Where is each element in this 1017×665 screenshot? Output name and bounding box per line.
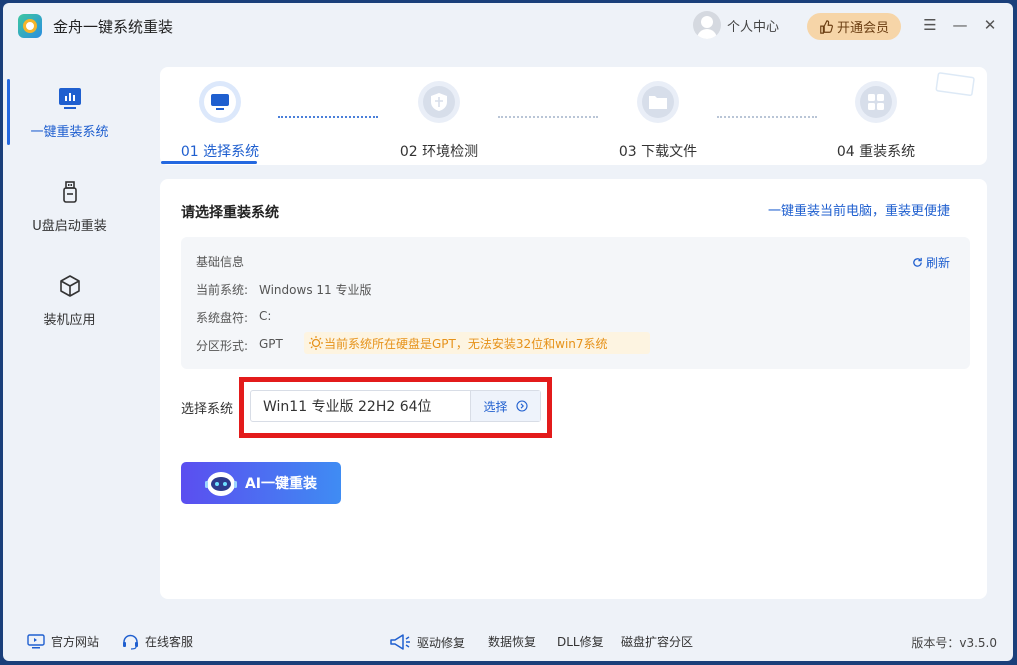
cube-icon (57, 273, 83, 299)
info-value: Windows 11 专业版 (259, 283, 372, 297)
sidebar-item-usb[interactable]: U盘启动重装 (3, 167, 136, 253)
selected-system-value: Win11 专业版 22H2 64位 (263, 399, 432, 415)
service-label: 在线客服 (145, 635, 194, 649)
menu-icon[interactable]: ☰ (918, 13, 942, 37)
step-label: 01 选择系统 (180, 144, 260, 160)
sidebar-item-apps[interactable]: 装机应用 (3, 261, 136, 347)
info-title: 基础信息 (196, 255, 245, 269)
thumb-up-icon (820, 19, 833, 34)
footer: 官方网站 在线客服 驱动修复 数据恢复 DLL修复 磁盘扩容分区 版本号：v3.… (3, 627, 1013, 657)
content-card: 请选择重装系统 一键重装当前电脑，重装更便捷 基础信息 刷新 当前系统: Win… (160, 179, 987, 599)
step-reinstall: 04 重装系统 (816, 81, 936, 161)
refresh-button[interactable]: 刷新 (912, 254, 950, 271)
step-select-system: 01 选择系统 (160, 81, 280, 161)
step-env-check: 02 环境检测 (379, 81, 499, 161)
section-title: 请选择重装系统 (181, 205, 279, 221)
title-bar: 金舟一键系统重装 个人中心 开通会员 ☰ — ✕ (3, 3, 1013, 49)
system-info-box: 基础信息 刷新 当前系统: Windows 11 专业版 系统盘符: C: 分区… (181, 237, 970, 369)
monitor-link-icon (27, 634, 45, 649)
sidebar-item-reinstall[interactable]: 一键重装系统 (3, 73, 136, 159)
vip-label: 开通会员 (836, 21, 889, 36)
app-logo-icon (18, 14, 42, 38)
ai-reinstall-button[interactable]: AI一键重装 (181, 462, 341, 504)
step-connector (498, 116, 598, 118)
steps-card: 01 选择系统 02 环境检测 03 下载文件 04 重装系统 (160, 67, 987, 165)
grid-icon (860, 86, 892, 118)
info-row-partition: 分区形式: GPT (196, 337, 283, 354)
gpt-warning: 当前系统所在硬盘是GPT，无法安装32位和win7系统 (304, 332, 650, 354)
version-label: 版本号：v3.5.0 (911, 636, 997, 650)
quick-reinstall-link[interactable]: 一键重装当前电脑，重装更便捷 (768, 200, 950, 219)
driver-repair-link[interactable]: 驱动修复 (389, 633, 465, 651)
step-connector (717, 116, 817, 118)
minimize-icon[interactable]: — (948, 13, 972, 37)
info-key: 系统盘符: (196, 311, 249, 325)
step-connector (278, 116, 378, 118)
sidebar-item-label: 装机应用 (43, 313, 96, 328)
sidebar-item-label: U盘启动重装 (32, 219, 107, 234)
shield-icon (423, 86, 455, 118)
user-center-button[interactable]: 个人中心 (693, 11, 779, 39)
sidebar: 一键重装系统 U盘启动重装 装机应用 (3, 49, 136, 619)
active-step-underline (161, 161, 257, 164)
folder-icon (642, 86, 674, 118)
robot-icon (204, 472, 237, 496)
data-recovery-link[interactable]: 数据恢复 (488, 633, 536, 650)
step-label: 04 重装系统 (836, 144, 916, 160)
chevron-right-circle-icon (515, 400, 528, 412)
website-label: 官方网站 (51, 635, 100, 649)
info-row-drive: 系统盘符: C: (196, 309, 271, 326)
user-center-label: 个人中心 (727, 19, 780, 35)
info-value: C: (259, 309, 272, 323)
service-link[interactable]: 在线客服 (122, 633, 193, 650)
website-link[interactable]: 官方网站 (27, 633, 99, 650)
megaphone-icon (390, 634, 410, 650)
choose-system-button[interactable]: 选择 (470, 391, 540, 421)
usb-icon (57, 179, 83, 205)
choose-label: 选择 (483, 399, 508, 414)
monitor-icon (204, 86, 236, 118)
headset-icon (123, 634, 138, 650)
close-icon[interactable]: ✕ (978, 13, 1002, 37)
info-key: 分区形式: (196, 339, 249, 353)
tool-label: DLL修复 (557, 635, 604, 649)
refresh-label: 刷新 (925, 256, 950, 270)
select-system-label: 选择系统 (181, 402, 234, 417)
tool-label: 磁盘扩容分区 (621, 635, 694, 649)
ai-button-label: AI一键重装 (244, 476, 318, 492)
app-title: 金舟一键系统重装 (53, 18, 174, 36)
info-value: GPT (259, 337, 283, 351)
dll-repair-link[interactable]: DLL修复 (557, 633, 604, 650)
disk-expand-link[interactable]: 磁盘扩容分区 (621, 633, 693, 650)
lightbulb-icon (309, 336, 323, 350)
info-key: 当前系统: (196, 283, 249, 297)
vip-button[interactable]: 开通会员 (807, 13, 901, 40)
info-row-current-system: 当前系统: Windows 11 专业版 (196, 281, 371, 298)
sidebar-item-label: 一键重装系统 (30, 125, 109, 140)
tool-label: 数据恢复 (488, 635, 537, 649)
step-label: 02 环境检测 (399, 144, 479, 160)
app-window: 金舟一键系统重装 个人中心 开通会员 ☰ — ✕ 一键重装系统 U盘启动重装 装… (3, 3, 1013, 661)
tool-label: 驱动修复 (417, 635, 466, 650)
bar-chart-icon (57, 85, 83, 111)
avatar-icon (693, 11, 721, 39)
decorative-pattern (935, 72, 975, 97)
step-label: 03 下载文件 (618, 144, 698, 160)
system-select[interactable]: Win11 专业版 22H2 64位 选择 (250, 390, 541, 422)
step-download: 03 下载文件 (598, 81, 718, 161)
warning-text: 当前系统所在硬盘是GPT，无法安装32位和win7系统 (324, 336, 608, 351)
refresh-icon (913, 257, 922, 267)
